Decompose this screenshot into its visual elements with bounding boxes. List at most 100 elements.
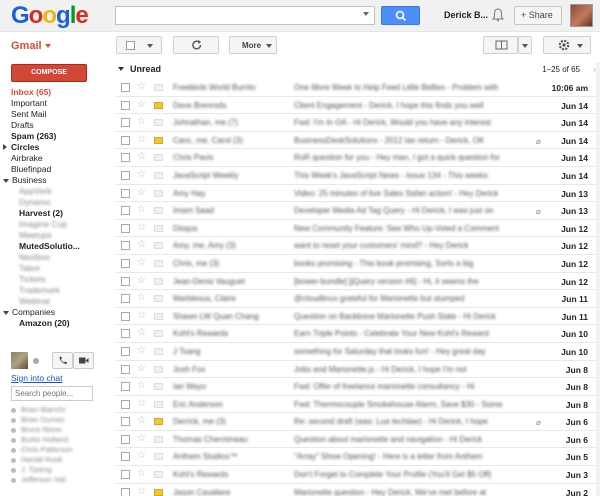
- message-row[interactable]: ☆ Dave Brenrods Client Engagement - Derick…: [116, 97, 596, 115]
- search-people-input[interactable]: [11, 386, 93, 401]
- message-checkbox[interactable]: [121, 382, 130, 392]
- star-icon[interactable]: ☆: [137, 345, 146, 356]
- expand-arrow-icon[interactable]: [3, 310, 9, 315]
- star-icon[interactable]: ☆: [137, 134, 146, 145]
- star-icon[interactable]: ☆: [137, 116, 146, 127]
- message-row[interactable]: ☆ Josh Fox Jobs and Marionette.js - Hi Der…: [116, 361, 596, 379]
- google-logo[interactable]: Google: [11, 2, 89, 30]
- message-row[interactable]: ☆ Amy, me, Amy (3) want to reset your cust…: [116, 237, 596, 255]
- importance-marker-icon[interactable]: [154, 259, 163, 267]
- importance-marker-icon[interactable]: [154, 453, 163, 461]
- message-row[interactable]: ☆ Imam Saad Developer Media Ad Tag Query -…: [116, 202, 596, 220]
- message-row[interactable]: ☆ Chris Pavis RoR question for you - Hey m…: [116, 149, 596, 167]
- nav-item[interactable]: Bluefinpad: [0, 164, 108, 175]
- split-pane-button[interactable]: [483, 36, 518, 54]
- status-dot-icon[interactable]: [33, 358, 39, 364]
- nav-item[interactable]: Drafts: [0, 120, 108, 131]
- message-checkbox[interactable]: [121, 83, 130, 92]
- star-icon[interactable]: ☆: [137, 327, 146, 338]
- message-row[interactable]: ☆ Freebirds World Burrito One More Week to…: [116, 79, 596, 97]
- nav-item[interactable]: Spam (263): [0, 131, 108, 142]
- nav-item[interactable]: Business: [0, 175, 108, 186]
- star-icon[interactable]: ☆: [137, 450, 146, 461]
- star-icon[interactable]: ☆: [137, 169, 146, 180]
- importance-marker-icon[interactable]: [154, 365, 163, 373]
- importance-marker-icon[interactable]: [154, 136, 163, 144]
- nav-item[interactable]: Inbox (65): [0, 87, 108, 98]
- search-input[interactable]: [115, 6, 375, 25]
- chat-contact[interactable]: Brian Dumas: [11, 415, 73, 425]
- chat-contact[interactable]: J. Tjoeng: [11, 465, 73, 475]
- nav-item[interactable]: Tickets: [0, 274, 108, 285]
- star-icon[interactable]: ☆: [137, 486, 146, 496]
- message-checkbox[interactable]: [121, 470, 130, 480]
- nav-item[interactable]: Imagine Cup: [0, 219, 108, 230]
- chat-contact[interactable]: Chris Patterson: [11, 445, 73, 455]
- refresh-button[interactable]: [173, 36, 219, 54]
- user-name[interactable]: Derick B...: [444, 10, 488, 20]
- nav-item[interactable]: Circles: [0, 142, 108, 153]
- search-button[interactable]: [381, 6, 420, 25]
- nav-item[interactable]: Tabor: [0, 263, 108, 274]
- nav-item[interactable]: Nextbox: [0, 252, 108, 263]
- message-row[interactable]: ☆ Jean-Denis Vauguet [bower-bundle] [jQuer…: [116, 273, 596, 291]
- message-row[interactable]: ☆ Ian Mayo Fwd: Offer of freelance marione…: [116, 378, 596, 396]
- message-checkbox[interactable]: [121, 100, 130, 110]
- star-icon[interactable]: ☆: [137, 415, 146, 426]
- importance-marker-icon[interactable]: [154, 295, 163, 303]
- message-checkbox[interactable]: [121, 329, 130, 339]
- star-icon[interactable]: ☆: [137, 433, 146, 444]
- star-icon[interactable]: ☆: [137, 292, 146, 303]
- share-button[interactable]: + Share: [514, 6, 562, 25]
- importance-marker-icon[interactable]: [154, 312, 163, 320]
- star-icon[interactable]: ☆: [137, 99, 146, 110]
- message-checkbox[interactable]: [121, 346, 130, 356]
- message-row[interactable]: ☆ Marbleous, Claire @cloudlinux grateful f…: [116, 290, 596, 308]
- importance-marker-icon[interactable]: [154, 84, 163, 91]
- importance-marker-icon[interactable]: [154, 383, 163, 391]
- star-icon[interactable]: ☆: [137, 363, 146, 374]
- search-options-icon[interactable]: [363, 12, 369, 16]
- chat-contact[interactable]: Harold Rook: [11, 455, 73, 465]
- message-row[interactable]: ☆ Chris, me (3) books promising - This boo…: [116, 255, 596, 273]
- message-checkbox[interactable]: [121, 399, 130, 409]
- nav-item[interactable]: Companies: [0, 307, 108, 318]
- split-pane-dropdown[interactable]: [518, 36, 532, 54]
- nav-item[interactable]: Trademark: [0, 285, 108, 296]
- importance-marker-icon[interactable]: [154, 189, 163, 197]
- star-icon[interactable]: ☆: [137, 187, 146, 198]
- importance-marker-icon[interactable]: [154, 330, 163, 338]
- importance-marker-icon[interactable]: [154, 101, 163, 109]
- importance-marker-icon[interactable]: [154, 154, 163, 162]
- importance-marker-icon[interactable]: [154, 171, 163, 179]
- gmail-menu[interactable]: Gmail: [11, 40, 51, 52]
- message-row[interactable]: ☆ Jason Cavaliere Marionette question - He…: [116, 484, 596, 496]
- message-row[interactable]: ☆ Amy Hay Video: 25 minutes of live Sales …: [116, 185, 596, 203]
- select-dropdown-button[interactable]: [116, 36, 162, 54]
- nav-item[interactable]: AppVerb: [0, 186, 108, 197]
- nav-item[interactable]: Webinar: [0, 296, 108, 307]
- message-row[interactable]: ☆ Disqus New Community Feature: See Who Up…: [116, 220, 596, 238]
- message-row[interactable]: ☆ Kohl's Rewards Don't Forget to Complete …: [116, 466, 596, 484]
- message-checkbox[interactable]: [121, 276, 130, 286]
- nav-item[interactable]: Airbrake: [0, 153, 108, 164]
- message-row[interactable]: ☆ Shawn LW Quan Chang Question on Backbone…: [116, 308, 596, 326]
- star-icon[interactable]: ☆: [137, 239, 146, 250]
- message-row[interactable]: ☆ J Tsang something for Saturday that look…: [116, 343, 596, 361]
- chat-contact[interactable]: Bruce Nixon: [11, 425, 73, 435]
- message-row[interactable]: ☆ Derrick, me (3) Re: second draft (was: L…: [116, 413, 596, 431]
- message-checkbox[interactable]: [121, 364, 130, 374]
- message-row[interactable]: ☆ Eric Anderson Fwd: Thermocouple Smokehou…: [116, 396, 596, 414]
- message-checkbox[interactable]: [121, 135, 130, 145]
- nav-item[interactable]: Important: [0, 98, 108, 109]
- expand-arrow-icon[interactable]: [3, 178, 9, 183]
- message-checkbox[interactable]: [121, 311, 130, 321]
- scrollbar[interactable]: [596, 63, 600, 496]
- user-avatar[interactable]: [570, 4, 593, 27]
- more-button[interactable]: More: [229, 36, 277, 54]
- importance-marker-icon[interactable]: [154, 119, 163, 127]
- section-title[interactable]: Unread: [130, 64, 161, 74]
- message-row[interactable]: ☆ Anthem Studios™ "Array" Show Opening! - …: [116, 448, 596, 467]
- chat-contact[interactable]: Burke Holland: [11, 435, 73, 445]
- message-row[interactable]: ☆ Johnathan, me (7) Fwd: I'm In OA - Hi De…: [116, 114, 596, 132]
